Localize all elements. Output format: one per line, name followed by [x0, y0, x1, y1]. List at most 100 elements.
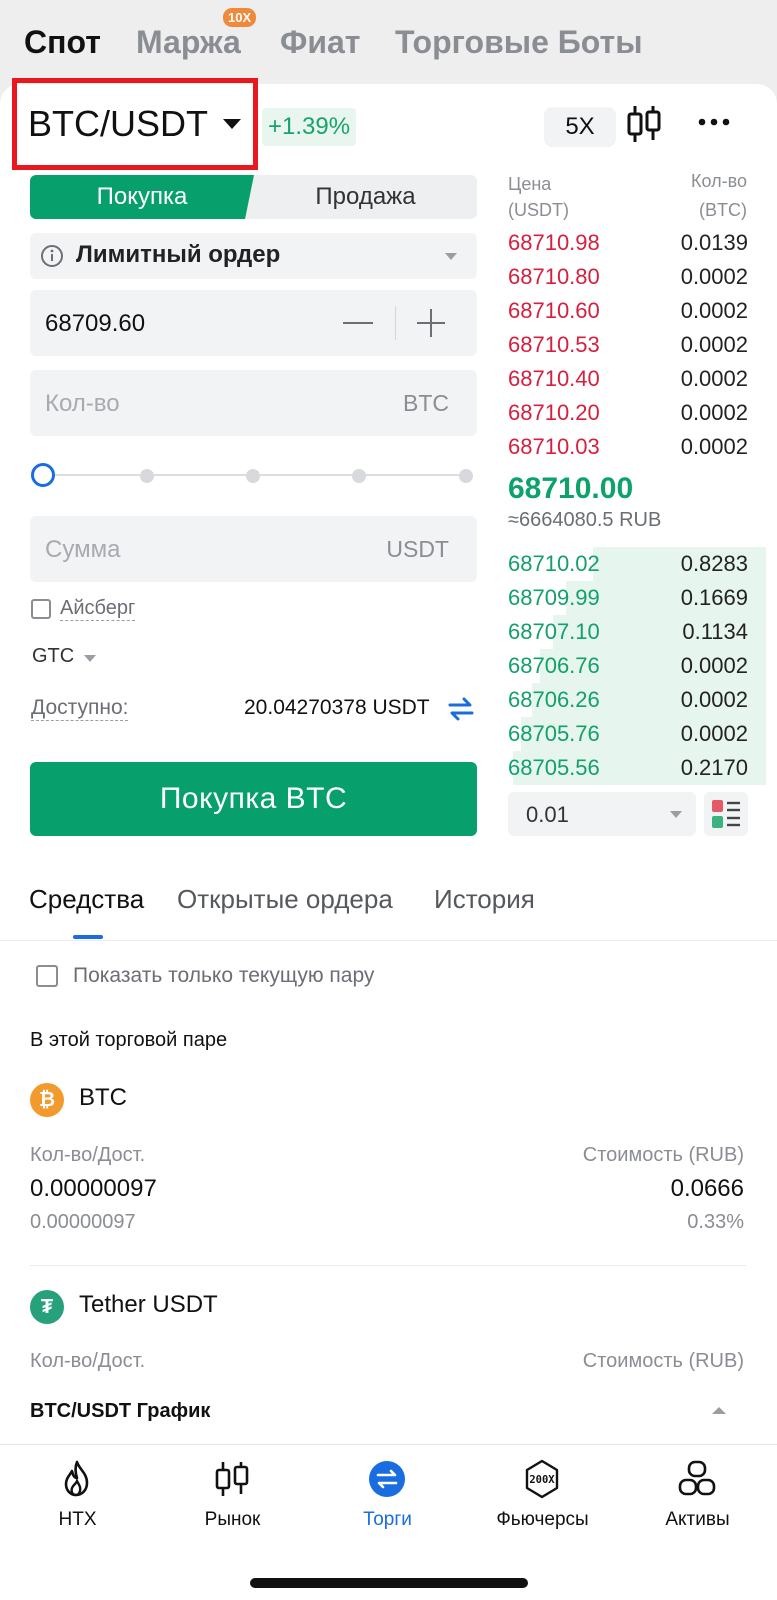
slider-25-dot[interactable]	[140, 469, 154, 483]
ask-price: 68710.98	[508, 230, 600, 255]
nav-label-htx: HTX	[58, 1509, 97, 1530]
nav-item-htx[interactable]: HTX	[0, 1445, 155, 1555]
bid-qty: 0.8283	[680, 551, 748, 576]
btc-qty: 0.00000097	[30, 1175, 157, 1202]
bid-row[interactable]: 68710.02 0.8283	[500, 547, 766, 581]
ask-qty: 0.0002	[680, 366, 748, 391]
bid-row[interactable]: 68707.10 0.1134	[500, 615, 766, 649]
btc-available: 0.00000097	[30, 1211, 136, 1233]
minus-icon[interactable]	[343, 322, 373, 324]
sell-tab[interactable]: Продажа	[254, 175, 477, 219]
bid-qty: 0.0002	[680, 687, 748, 712]
transfer-icon[interactable]	[448, 696, 474, 722]
tab-open-orders[interactable]: Открытые ордера	[177, 884, 393, 915]
last-price-rub: ≈6664080.5 RUB	[508, 509, 662, 531]
available-label: Доступно:	[31, 696, 129, 721]
slider-100-dot[interactable]	[459, 469, 473, 483]
bid-row[interactable]: 68706.76 0.0002	[500, 649, 766, 683]
ask-row[interactable]: 68710.20 0.0002	[500, 396, 766, 430]
nav-label-assets: Активы	[665, 1509, 730, 1530]
tif-dropdown-icon[interactable]	[84, 655, 96, 662]
usdt-qty-label: Кол-во/Дост.	[30, 1350, 146, 1372]
more-options-icon[interactable]	[698, 117, 730, 127]
tab-margin[interactable]: Маржа	[136, 24, 241, 61]
ask-row[interactable]: 68710.98 0.0139	[500, 226, 766, 260]
price-value[interactable]: 68709.60	[45, 310, 145, 338]
tab-spot[interactable]: Спот	[24, 24, 101, 61]
in-pair-title: В этой торговой паре	[30, 1029, 228, 1051]
usdt-coin-icon: ₮	[30, 1290, 64, 1324]
margin-10x-badge: 10X	[223, 8, 257, 27]
buy-btc-button[interactable]: Покупка BTC	[30, 762, 477, 836]
tab-fiat[interactable]: Фиат	[280, 24, 360, 61]
info-icon[interactable]	[40, 244, 64, 268]
nav-label-futures: Фьючерсы	[496, 1509, 589, 1530]
bid-row[interactable]: 68709.99 0.1669	[500, 581, 766, 615]
order-type-value: Лимитный ордер	[76, 241, 281, 268]
chart-bar[interactable]: BTC/USDT График	[0, 1382, 777, 1444]
ask-price: 68710.03	[508, 434, 600, 459]
order-type-select[interactable]: Лимитный ордер	[30, 233, 477, 279]
bid-price: 68709.99	[508, 585, 600, 610]
bid-qty: 0.1669	[680, 585, 748, 610]
futures-200x-icon: 200X	[525, 1459, 559, 1499]
plus-icon[interactable]	[416, 308, 446, 338]
amount-field[interactable]: Сумма USDT	[30, 516, 477, 582]
amount-unit: USDT	[386, 536, 449, 562]
btc-value-label: Стоимость (RUB)	[582, 1144, 744, 1166]
slider-knob[interactable]	[31, 463, 55, 487]
iceberg-checkbox[interactable]	[31, 599, 51, 619]
bid-row[interactable]: 68705.56 0.2170	[500, 751, 766, 785]
trade-icon	[369, 1461, 405, 1497]
bid-qty: 0.1134	[682, 619, 748, 644]
btc-qty-label: Кол-во/Дост.	[30, 1144, 146, 1166]
book-layout-button[interactable]	[704, 792, 748, 836]
leverage-button[interactable]: 5X	[544, 107, 616, 147]
section-divider	[0, 940, 777, 941]
pair-name[interactable]: BTC/USDT	[28, 103, 208, 145]
ask-row[interactable]: 68710.53 0.0002	[500, 328, 766, 362]
slider-75-dot[interactable]	[352, 469, 366, 483]
buy-sell-toggle: Покупка Продажа	[30, 175, 477, 219]
iceberg-label[interactable]: Айсберг	[60, 597, 136, 621]
last-price[interactable]: 68710.00	[508, 472, 633, 506]
ask-price: 68710.20	[508, 400, 600, 425]
btc-symbol: BTC	[79, 1084, 127, 1111]
ob-price-header-1: Цена	[508, 174, 552, 194]
candlestick-chart-icon[interactable]	[626, 104, 662, 144]
ask-qty: 0.0002	[680, 298, 748, 323]
slider-50-dot[interactable]	[246, 469, 260, 483]
quantity-field[interactable]: Кол-во BTC	[30, 370, 477, 436]
coin-divider	[30, 1265, 746, 1266]
tab-trading-bots[interactable]: Торговые Боты	[395, 24, 643, 61]
top-tabs: Спот Маржа 10X Фиат Торговые Боты	[0, 0, 777, 88]
flame-icon	[64, 1460, 89, 1497]
nav-item-futures[interactable]: 200X Фьючерсы	[465, 1445, 620, 1555]
chevron-up-icon[interactable]	[712, 1407, 726, 1414]
bid-price: 68706.76	[508, 653, 600, 678]
ask-row[interactable]: 68710.40 0.0002	[500, 362, 766, 396]
active-tab-indicator	[73, 935, 103, 939]
tab-history[interactable]: История	[434, 884, 535, 915]
time-in-force-select[interactable]: GTC	[32, 645, 74, 668]
precision-select[interactable]: 0.01	[508, 792, 696, 836]
show-current-pair-label[interactable]: Показать только текущую пару	[73, 964, 374, 988]
chart-bar-label: BTC/USDT График	[30, 1400, 211, 1422]
usdt-symbol: Tether USDT	[79, 1291, 218, 1318]
nav-label-market: Рынок	[204, 1509, 261, 1530]
price-field[interactable]: 68709.60	[30, 290, 477, 356]
ask-row[interactable]: 68710.03 0.0002	[500, 430, 766, 464]
caret-down-icon[interactable]	[223, 119, 241, 129]
bottom-nav: HTX Рынок Торги 200X Фьючерсы Активы	[0, 1444, 777, 1600]
ask-row[interactable]: 68710.60 0.0002	[500, 294, 766, 328]
bid-row[interactable]: 68706.26 0.0002	[500, 683, 766, 717]
ask-row[interactable]: 68710.80 0.0002	[500, 260, 766, 294]
bid-price: 68705.76	[508, 721, 600, 746]
show-current-pair-checkbox[interactable]	[36, 965, 58, 987]
nav-item-trade[interactable]: Торги	[310, 1445, 465, 1555]
tab-assets[interactable]: Средства	[29, 884, 144, 915]
nav-item-market[interactable]: Рынок	[155, 1445, 310, 1555]
bid-row[interactable]: 68705.76 0.0002	[500, 717, 766, 751]
nav-item-assets[interactable]: Активы	[620, 1445, 775, 1555]
buy-tab[interactable]: Покупка	[30, 175, 254, 219]
